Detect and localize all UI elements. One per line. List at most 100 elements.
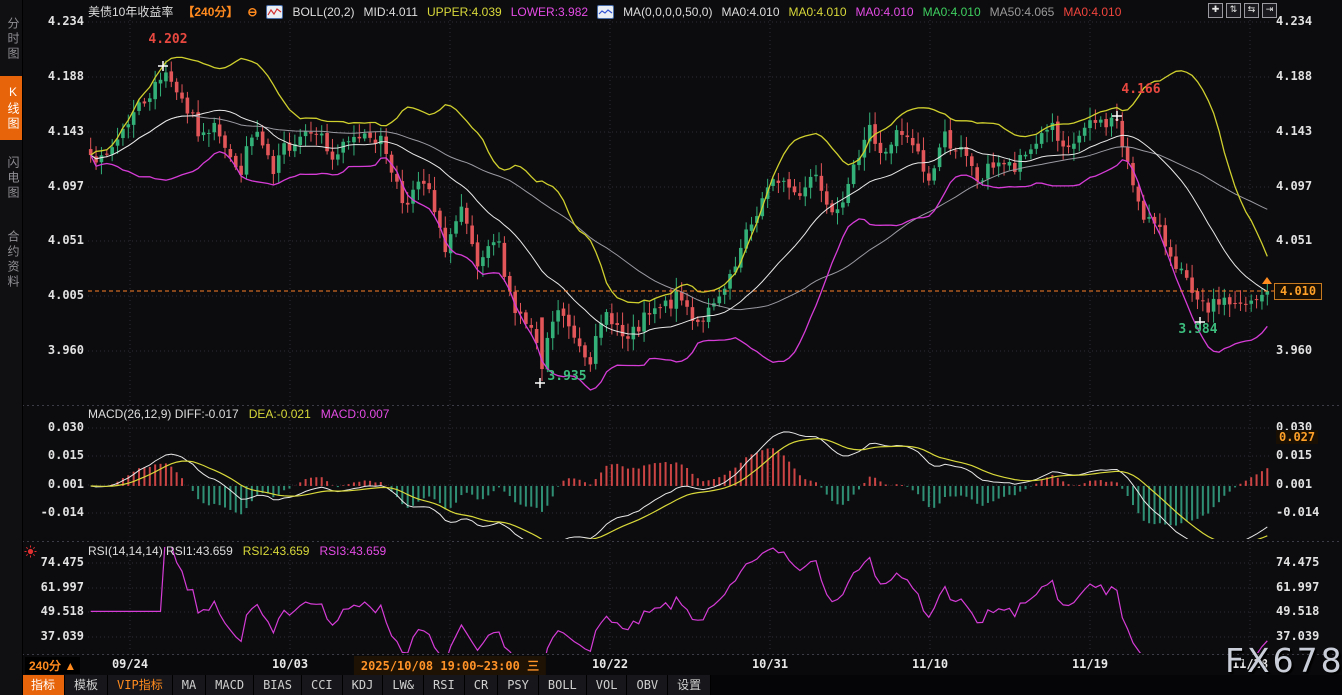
toolbar-item-RSI[interactable]: RSI	[424, 675, 465, 695]
timeframe-chip[interactable]: 240分 ▲	[25, 657, 80, 674]
candle-body	[384, 137, 388, 154]
toolbar-item-PSY[interactable]: PSY	[498, 675, 539, 695]
rsi-axis-label-right: 49.518	[1276, 604, 1319, 618]
sidebar-item-contract-info[interactable]: 合约资料	[0, 216, 22, 304]
candle-body	[1008, 162, 1012, 166]
candle-body	[358, 137, 362, 139]
candle-body	[486, 246, 490, 258]
rsi-axis-label-left: 61.997	[22, 580, 84, 594]
candle-body	[879, 143, 883, 153]
candle-body	[481, 257, 485, 266]
candle-body	[1174, 256, 1178, 269]
extreme-cross-marker	[1112, 111, 1122, 121]
candle-body	[529, 325, 533, 328]
candle-body	[927, 173, 931, 180]
fit-horizontal-icon[interactable]: ⇆	[1244, 3, 1259, 18]
candle-body	[352, 137, 356, 142]
rsi-axis-label-left: 37.039	[22, 629, 84, 643]
candle-body	[1266, 291, 1270, 295]
macd-axis-label-right: 0.015	[1276, 448, 1312, 462]
candle-body	[1067, 145, 1071, 147]
price-annotation: 4.166	[1121, 82, 1160, 97]
candle-body	[261, 132, 265, 146]
pan-icon[interactable]: ✚	[1208, 3, 1223, 18]
toolbar-item-模板[interactable]: 模板	[65, 675, 108, 695]
grid	[22, 20, 1342, 655]
candle-body	[298, 137, 302, 145]
price-pane	[89, 57, 1269, 390]
candle-body	[846, 184, 850, 203]
candle-body	[229, 149, 233, 157]
candle-body	[551, 322, 555, 338]
toolbar-item-BIAS[interactable]: BIAS	[254, 675, 302, 695]
toolbar-item-KDJ[interactable]: KDJ	[343, 675, 384, 695]
fit-vertical-icon[interactable]: ⇅	[1226, 3, 1241, 18]
candle-body	[417, 182, 421, 190]
candle-body	[1180, 269, 1184, 271]
candle-body	[1249, 301, 1253, 304]
macd-header: MACD(26,12,9) DIFF:-0.017DEA:-0.021MACD:…	[88, 407, 389, 421]
candle-body	[223, 135, 227, 147]
candle-body	[379, 136, 383, 144]
candle-body	[605, 312, 609, 325]
candle-body	[997, 163, 1001, 167]
candle-body	[1126, 147, 1130, 162]
candle-body	[347, 141, 351, 142]
candle-body	[707, 308, 711, 322]
sidebar-item-flash-chart[interactable]: 闪电图	[0, 144, 22, 212]
sidebar-item-time-chart[interactable]: 分时图	[0, 4, 22, 74]
candle-body	[1228, 297, 1232, 304]
price-axis-label-right: 3.960	[1276, 343, 1312, 357]
rsi-axis-label-left: 49.518	[22, 604, 84, 618]
macd-value-badge: 0.027	[1276, 430, 1318, 444]
toolbar-item-LW&[interactable]: LW&	[383, 675, 424, 695]
candle-body	[594, 336, 598, 364]
candle-body	[212, 123, 216, 132]
extreme-cross-marker	[158, 61, 168, 71]
chart-canvas	[22, 0, 1342, 695]
ma-value-1: MA0:4.010	[789, 5, 847, 19]
candle-body	[309, 132, 313, 133]
boll-indicator-icon[interactable]	[266, 5, 283, 19]
candle-body	[836, 209, 840, 213]
macd-axis-label-left: 0.015	[22, 448, 84, 462]
candle-body	[175, 82, 179, 93]
toolbar-item-CCI[interactable]: CCI	[302, 675, 343, 695]
collapse-icon[interactable]: ⊖	[247, 5, 257, 19]
rsi-header: RSI(14,14,14) RSI1:43.659RSI2:43.659RSI3…	[88, 544, 386, 558]
goto-latest-icon[interactable]: ⇥	[1262, 3, 1277, 18]
candle-body	[159, 80, 163, 84]
candle-body	[943, 131, 947, 147]
candle-body	[411, 190, 415, 204]
candle-body	[632, 327, 636, 340]
rsi-axis-label-right: 61.997	[1276, 580, 1319, 594]
candle-body	[658, 307, 662, 308]
candle-body	[717, 297, 721, 304]
ma-indicator-icon[interactable]	[597, 5, 614, 19]
toolbar-item-OBV[interactable]: OBV	[627, 675, 668, 695]
macd-axis-label-left: 0.001	[22, 477, 84, 491]
candle-body	[1142, 201, 1146, 220]
candle-body	[331, 152, 335, 160]
candle-body	[110, 147, 114, 154]
toolbar-item-BOLL[interactable]: BOLL	[539, 675, 587, 695]
toolbar-item-CR[interactable]: CR	[465, 675, 498, 695]
toolbar-item-VIP指标[interactable]: VIP指标	[108, 675, 173, 695]
candle-body	[255, 132, 259, 137]
alarm-icon[interactable]	[24, 545, 37, 558]
sidebar-item-kline-chart[interactable]: K线图	[0, 76, 22, 140]
period-label[interactable]: 【240分】	[182, 3, 238, 20]
candle-body	[900, 131, 904, 135]
toolbar-item-VOL[interactable]: VOL	[587, 675, 628, 695]
toolbar-item-MA[interactable]: MA	[173, 675, 206, 695]
candle-body	[685, 300, 689, 307]
extreme-cross-marker	[535, 378, 545, 388]
toolbar-item-MACD[interactable]: MACD	[206, 675, 254, 695]
toolbar-item-指标[interactable]: 指标	[22, 675, 65, 695]
toolbar-item-设置[interactable]: 设置	[668, 675, 711, 695]
candle-body	[1196, 291, 1200, 299]
candle-body	[503, 243, 507, 277]
candle-body	[406, 203, 410, 205]
candle-body	[363, 133, 367, 138]
candle-body	[916, 144, 920, 152]
